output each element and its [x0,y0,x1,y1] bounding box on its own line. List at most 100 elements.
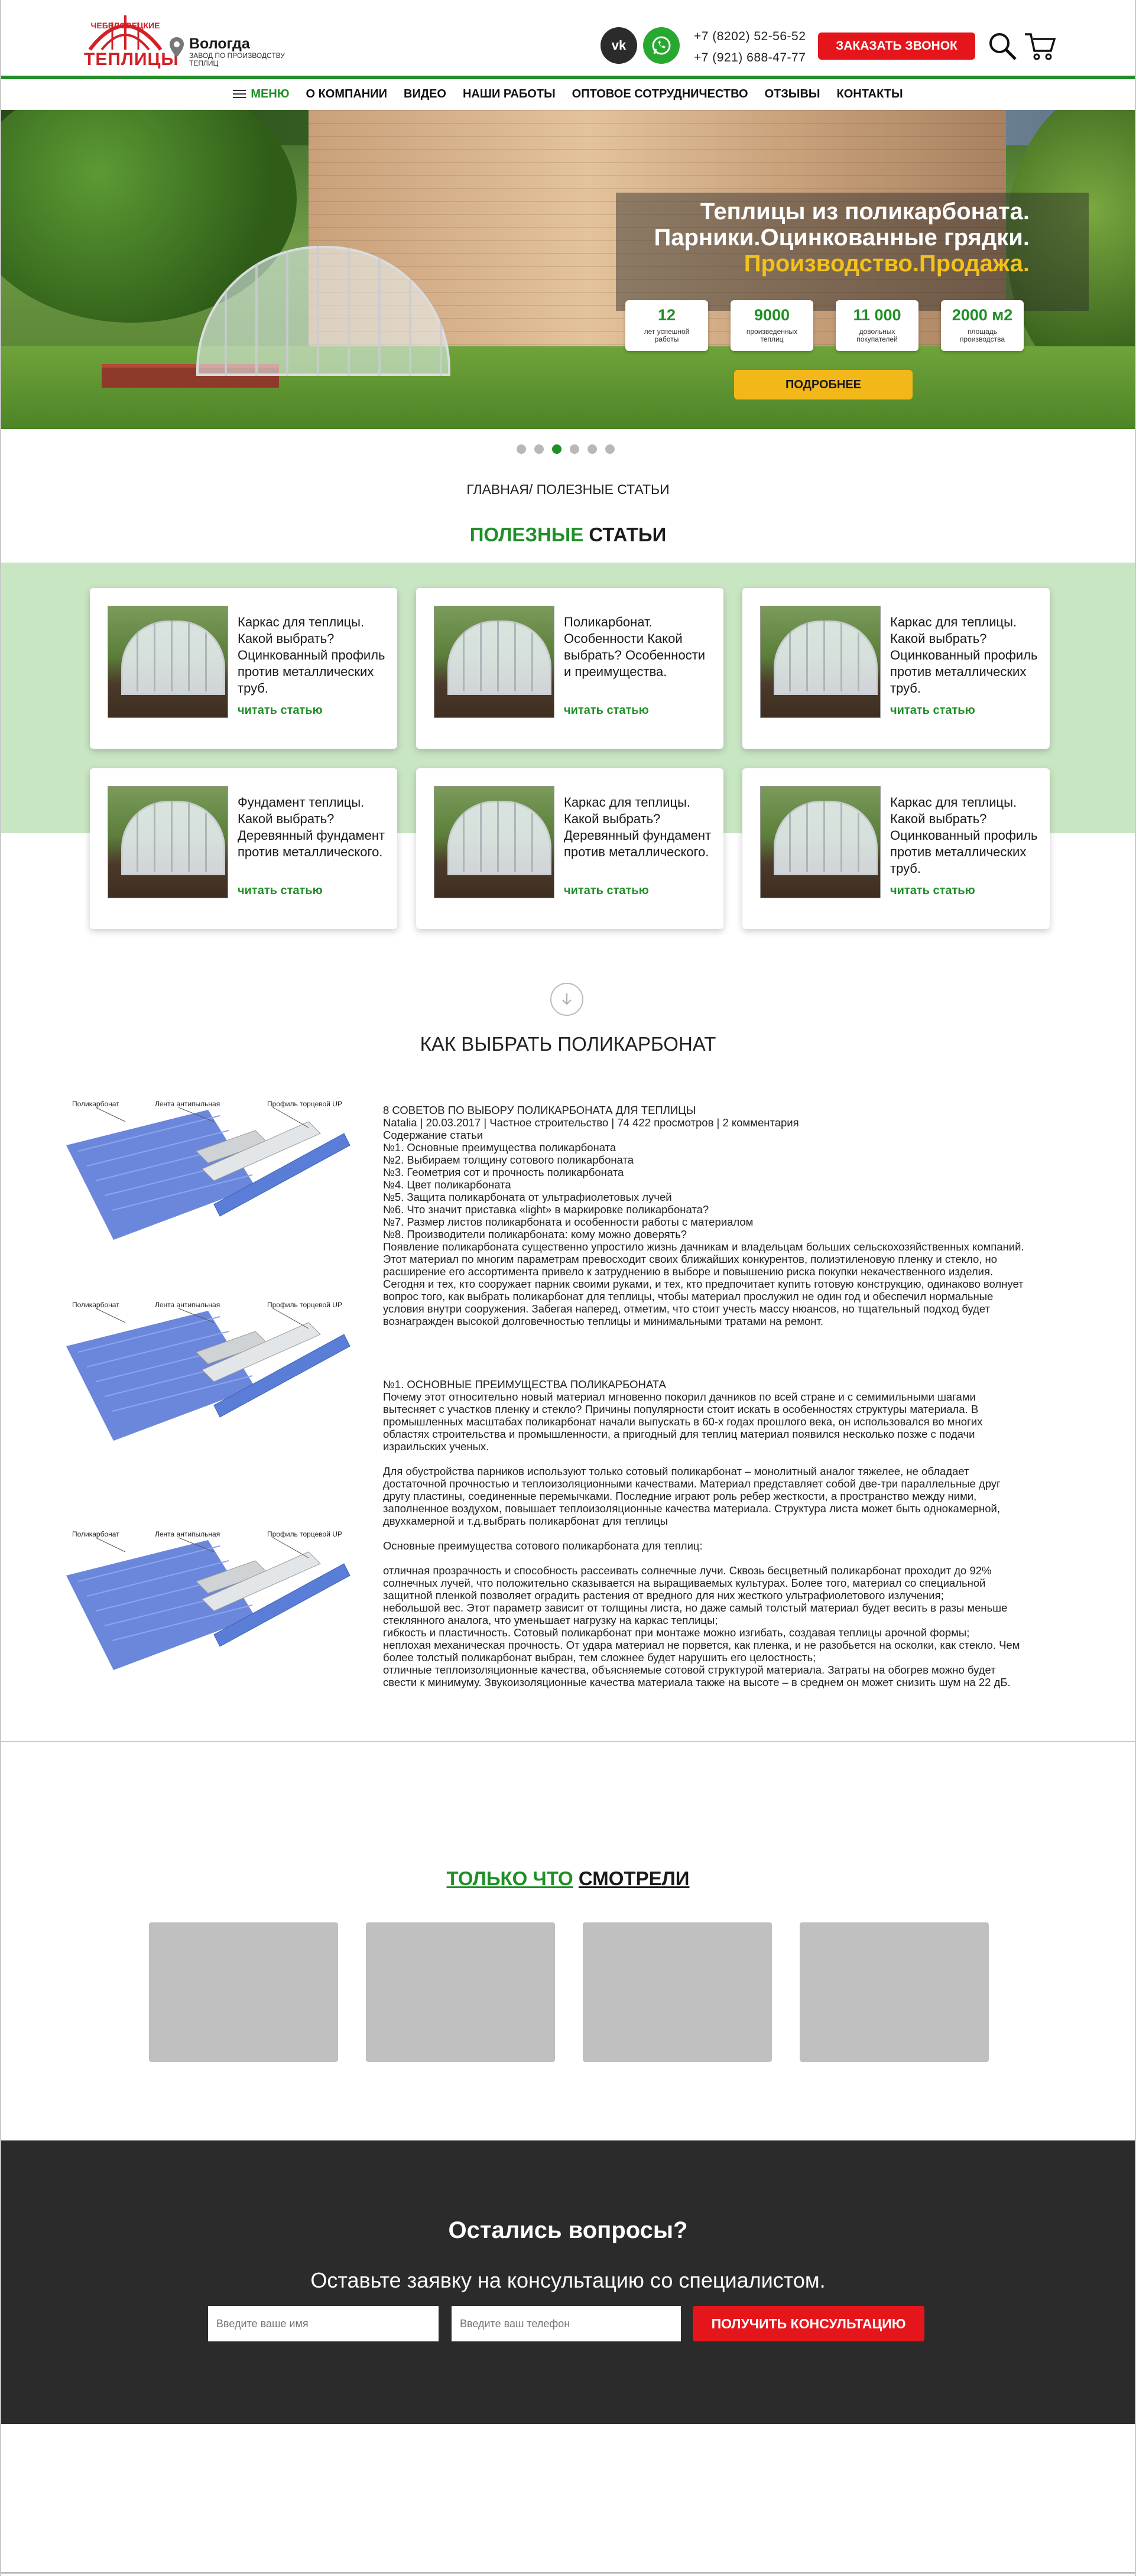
diagram-label: Лента антипыльная [155,1530,220,1538]
article-heading: КАК ВЫБРАТЬ ПОЛИКАРБОНАТ [420,1033,716,1055]
recent-item-thumbnail[interactable] [366,1922,555,2062]
recent-item-thumbnail[interactable] [800,1922,989,2062]
diagram-label: Поликарбонат [72,1100,119,1108]
nav-menu-label: МЕНЮ [251,87,290,100]
whatsapp-icon[interactable] [643,27,680,64]
phone-1[interactable]: +7 (8202) 52-56-52 [694,30,806,44]
polycarbonate-diagram: Поликарбонат Лента антипыльная Профиль т… [66,1301,350,1441]
search-icon[interactable] [987,31,1018,61]
toc-item[interactable]: №2. Выбираем толщину сотового поликарбон… [383,1154,1027,1166]
title-green-part: ПОЛЕЗНЫЕ [469,524,584,545]
footer-title: Остались вопросы? [448,2217,688,2243]
card-read-link[interactable]: читать статью [238,884,323,898]
toc-item[interactable]: №7. Размер листов поликарбоната и особен… [383,1216,1027,1228]
stat-label: довольных покупателей [856,327,898,343]
location-pin-icon [170,37,184,57]
page: ЧЕБЕЛОВЕЦКИЕ ТЕПЛИЦЫ Вологда ЗАВОД ПО ПР… [0,0,1136,2576]
stat-area: 2000 м2 площадь производства [941,300,1024,351]
stat-number: 11 000 [853,306,901,324]
card-image [434,606,554,718]
article-line: Содержание статьи [383,1129,483,1141]
toc-item[interactable]: №4. Цвет поликарбоната [383,1178,1027,1191]
stat-label: произведенных теплиц [746,327,798,343]
phone-2[interactable]: +7 (921) 688-47-77 [694,51,806,65]
phone-input[interactable] [452,2306,681,2341]
article-card[interactable]: Поликарбонат. Особенности Какой выбрать?… [416,588,723,749]
polycarbonate-diagram: Поликарбонат Лента антипыльная Профиль т… [66,1100,350,1240]
stat-produced: 9000 произведенных теплиц [731,300,813,351]
nav-item-video[interactable]: ВИДЕО [395,87,455,101]
site-header: ЧЕБЕЛОВЕЦКИЕ ТЕПЛИЦЫ Вологда ЗАВОД ПО ПР… [1,0,1135,76]
article-list-item: неплохая механическая прочность. От удар… [383,1639,1020,1664]
card-title: Фундамент теплицы. Какой выбрать? Деревя… [238,795,385,859]
card-image [434,786,554,898]
slider-dot[interactable] [605,444,615,454]
diagram-label: Поликарбонат [72,1301,119,1309]
callback-button[interactable]: ЗАКАЗАТЬ ЗВОНОК [818,33,975,60]
whatsapp-glyph [652,36,671,55]
scroll-down-icon[interactable] [550,983,583,1016]
name-input[interactable] [208,2306,439,2341]
hero-slider: Теплицы из поликарбоната. Парники.Оцинко… [1,110,1135,429]
toc-item[interactable]: №8. Производители поликарбоната: кому мо… [383,1228,1027,1240]
card-read-link[interactable]: читать статью [564,704,649,717]
article-card[interactable]: Фундамент теплицы. Какой выбрать? Деревя… [90,768,397,929]
slider-dot[interactable] [570,444,579,454]
article-paragraph: Основные преимущества сотового поликарбо… [383,1539,703,1552]
nav-item-works[interactable]: НАШИ РАБОТЫ [455,87,564,101]
stat-customers: 11 000 довольных покупателей [836,300,918,351]
recent-item-thumbnail[interactable] [149,1922,338,2062]
article-list-item: гибкость и пластичность. Сотовый поликар… [383,1626,970,1639]
stat-label: площадь производства [959,327,1005,343]
article-meta: Natalia | 20.03.2017 | Частное строитель… [383,1116,799,1129]
logo-top-text: ЧЕБЕЛОВЕЦКИЕ [91,21,160,30]
slider-dot[interactable] [588,444,597,454]
city-name[interactable]: Вологда [189,35,250,53]
toc-item[interactable]: №1. Основные преимущества поликарбоната [383,1141,1027,1154]
breadcrumb[interactable]: ГЛАВНАЯ/ ПОЛЕЗНЫЕ СТАТЬИ [1,482,1135,498]
diagram-label: Лента антипыльная [155,1100,220,1108]
vk-label: vk [611,38,627,53]
recent-item-thumbnail[interactable] [583,1922,772,2062]
article-card[interactable]: Каркас для теплицы. Какой выбрать? Дерев… [416,768,723,929]
card-read-link[interactable]: читать статью [238,704,323,717]
nav-item-reviews[interactable]: ОТЗЫВЫ [757,87,829,101]
logo[interactable]: ЧЕБЕЛОВЕЦКИЕ ТЕПЛИЦЫ [84,8,178,69]
article-card[interactable]: Каркас для теплицы. Какой выбрать? Оцинк… [90,588,397,749]
logo-greenhouse-icon: ЧЕБЕЛОВЕЦКИЕ [88,15,163,51]
nav-menu-button[interactable]: МЕНЮ [225,87,297,101]
article-paragraph: Для обустройства парников используют тол… [383,1465,1001,1527]
card-read-link[interactable]: читать статью [564,884,649,898]
article-card[interactable]: Каркас для теплицы. Какой выбрать? Оцинк… [742,768,1050,929]
toc-item[interactable]: №6. Что значит приставка «light» в марки… [383,1203,1027,1216]
title-dark-part: СМОТРЕЛИ [578,1867,690,1889]
diagram-label: Поликарбонат [72,1530,119,1538]
polycarbonate-diagram: Поликарбонат Лента антипыльная Профиль т… [66,1530,350,1670]
article-card[interactable]: Каркас для теплицы. Какой выбрать? Оцинк… [742,588,1050,749]
hero-more-button[interactable]: ПОДРОБНЕЕ [734,370,913,399]
toc-item[interactable]: №5. Защита поликарбоната от ультрафиолет… [383,1191,1027,1203]
card-read-link[interactable]: читать статью [890,884,975,898]
card-image [108,606,228,718]
slider-dot-active[interactable] [552,444,561,454]
slider-dot[interactable] [534,444,544,454]
city-subtitle: ЗАВОД ПО ПРОИЗВОДСТВУ ТЕПЛИЦ [189,51,285,67]
vk-icon[interactable]: vk [601,27,637,64]
article-intro: 8 СОВЕТОВ ПО ВЫБОРУ ПОЛИКАРБОНАТА ДЛЯ ТЕ… [383,1104,1027,1327]
nav-item-wholesale[interactable]: ОПТОВОЕ СОТРУДНИЧЕСТВО [564,87,757,101]
card-title: Каркас для теплицы. Какой выбрать? Дерев… [564,795,712,859]
toc-item[interactable]: №3. Геометрия сот и прочность поликарбон… [383,1166,1027,1178]
nav-item-contacts[interactable]: КОНТАКТЫ [829,87,911,101]
stat-number: 2000 м2 [952,306,1013,324]
useful-articles-title: ПОЛЕЗНЫЕ СТАТЬИ [1,524,1135,546]
article-paragraph: Почему этот относительно новый материал … [383,1391,983,1453]
get-consultation-button[interactable]: ПОЛУЧИТЬ КОНСУЛЬТАЦИЮ [693,2306,924,2341]
card-read-link[interactable]: читать статью [890,704,975,717]
slider-dot[interactable] [517,444,526,454]
cart-icon[interactable] [1024,31,1057,61]
nav-item-about[interactable]: О КОМПАНИИ [297,87,395,101]
article-line: 8 СОВЕТОВ ПО ВЫБОРУ ПОЛИКАРБОНАТА ДЛЯ ТЕ… [383,1104,696,1116]
stat-label: лет успешной работы [644,327,690,343]
article-section-1: №1. ОСНОВНЫЕ ПРЕИМУЩЕСТВА ПОЛИКАРБОНАТА … [383,1378,1027,1688]
